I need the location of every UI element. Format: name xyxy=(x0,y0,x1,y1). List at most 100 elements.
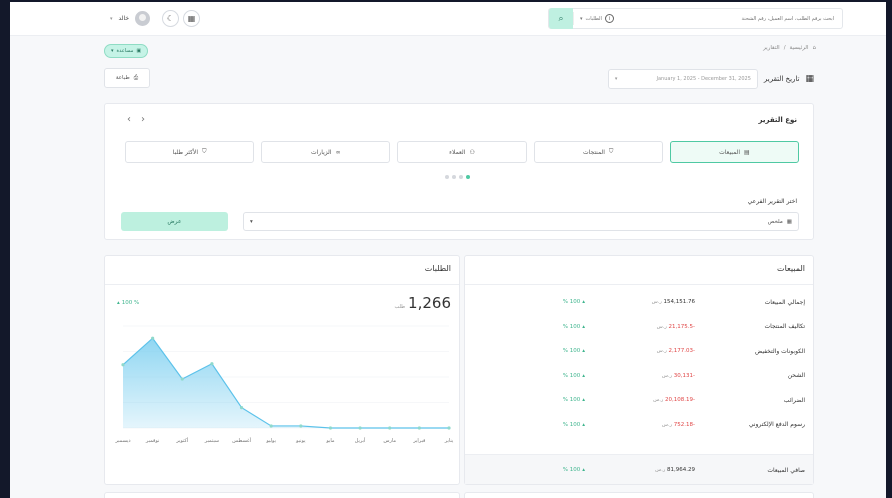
moon-icon: ☾ xyxy=(166,14,175,23)
sales-row-change: ▴ 100 % xyxy=(473,422,585,428)
help-label: مساعدة xyxy=(116,48,134,54)
sales-row-value: -20,108.19 ر.س xyxy=(653,397,695,403)
sales-row: الشحن -30,131 ر.س ▴ 100 % xyxy=(473,366,805,386)
x-tick-label: ديسمبر xyxy=(114,438,130,444)
sales-row-change: ▴ 100 % xyxy=(473,373,585,379)
carousel-dots xyxy=(445,175,470,179)
grid-icon: ▦ xyxy=(786,218,792,225)
report-type-title: نوع التقرير xyxy=(758,116,798,124)
tab-label: المنتجات xyxy=(582,148,605,156)
sales-row-label: الضرائب xyxy=(783,396,805,404)
report-type-tabs: ▤ المبيعات ⛉ المنتجات ⚇ العملاء ∞ الزيارات ⛉… xyxy=(124,141,799,163)
tab-label: الأكثر طلبا xyxy=(172,148,199,156)
breadcrumb-separator: / xyxy=(783,45,786,51)
sales-row-pct: 100 % xyxy=(562,372,581,379)
carousel-dot[interactable] xyxy=(445,175,449,179)
tab-customers[interactable]: ⚇ العملاء xyxy=(397,141,527,163)
print-button[interactable]: طباعة ⎙ xyxy=(104,68,150,88)
x-tick-label: أغسطس xyxy=(232,437,252,444)
sales-row-change: ▴ 100 % xyxy=(473,299,585,305)
sales-row-pct: 100 % xyxy=(562,421,581,428)
avatar[interactable] xyxy=(135,11,151,26)
sales-row-pct: 100 % xyxy=(562,397,581,403)
date-range-value: January 1, 2025 - December 31, 2025 xyxy=(656,76,751,82)
sales-row-label: الشحن xyxy=(787,372,805,379)
net-sales-change: ▴ 100 % xyxy=(473,467,585,473)
net-sales-value: 81,964.29 ر.س xyxy=(655,467,695,473)
net-sales: صافي المبيعات 81,964.29 ر.س ▴ 100 % xyxy=(473,460,805,480)
user-menu[interactable]: خالد ▾ xyxy=(110,11,151,26)
net-sales-label: صافي المبيعات xyxy=(767,466,805,474)
x-tick-label: نوفمبر xyxy=(145,438,160,444)
net-sales-pct: 100 % xyxy=(562,467,581,473)
sub-report-select[interactable]: ▦ ملخص ▾ xyxy=(243,212,799,231)
arrow-up-icon: ▴ xyxy=(582,372,585,379)
sales-row-value: -752.18 ر.س xyxy=(661,421,695,428)
tab-best-sellers[interactable]: ⛉ الأكثر طلبا xyxy=(124,141,255,163)
data-point xyxy=(417,426,421,430)
orders-total: 1,266 طلب xyxy=(395,294,452,312)
sales-row-change: ▴ 100 % xyxy=(473,324,585,330)
divider xyxy=(105,284,459,285)
date-range-picker[interactable]: ▾ January 1, 2025 - December 31, 2025 xyxy=(607,69,758,89)
calendar-button[interactable]: ▦ xyxy=(183,10,200,27)
sales-row-value: -2,177.03 ر.س xyxy=(656,348,695,354)
x-tick-label: أكتوبر xyxy=(175,437,189,444)
x-tick-label: يناير xyxy=(444,438,454,444)
sales-row-label: الكوبونات والتخفيض xyxy=(754,347,805,355)
card-partial xyxy=(104,492,460,498)
search-button[interactable]: ⌕ xyxy=(549,8,573,29)
home-icon: ⌂ xyxy=(812,45,817,51)
breadcrumb-home[interactable]: الرئيسية xyxy=(790,45,809,51)
sales-row-change: ▴ 100 % xyxy=(473,397,585,403)
sub-report-label: اختر التقرير الفرعي xyxy=(747,198,797,205)
tab-products[interactable]: ⛉ المنتجات xyxy=(533,141,663,163)
data-point xyxy=(239,406,244,410)
sales-row: إجمالي المبيعات 154,151.76 ر.س ▴ 100 % xyxy=(473,292,805,312)
carousel-dot[interactable] xyxy=(466,175,470,179)
sales-row-value: 154,151.76 ر.س xyxy=(651,299,695,305)
data-point xyxy=(388,426,392,430)
chevron-down-icon: ▾ xyxy=(250,218,253,225)
orders-change: ▴ 100 % xyxy=(117,300,139,306)
tab-sales[interactable]: ▤ المبيعات xyxy=(669,141,799,163)
orders-area-chart: يناير فبراير مارس أبريل مايو يونيو يوليو أغسطس س… xyxy=(114,325,454,444)
orders-card: الطلبات 1,266 طلب ▴ 100 % يناير فبراير مار… xyxy=(104,255,460,485)
top-bar: خالد ▾ ☾ ▦ ⌕ ▾ الطلبات i xyxy=(10,2,886,36)
search-input[interactable] xyxy=(619,15,842,22)
data-point xyxy=(358,426,362,430)
search-bar: ⌕ ▾ الطلبات i xyxy=(548,8,843,29)
x-tick-label: أبريل xyxy=(355,437,366,444)
data-point xyxy=(328,426,333,430)
search-scope-select[interactable]: ▾ الطلبات i xyxy=(573,12,620,25)
carousel-dot[interactable] xyxy=(459,175,463,179)
sub-report-value: ملخص xyxy=(767,218,783,225)
divider xyxy=(465,284,813,285)
arrow-up-icon: ▴ xyxy=(582,467,585,473)
user-name[interactable]: خالد xyxy=(119,15,130,22)
sales-row: رسوم الدفع الإلكتروني -752.18 ر.س ▴ 100 % xyxy=(473,415,805,435)
chevron-left-icon[interactable]: ‹ xyxy=(127,114,131,125)
carousel-arrows: ‹ › xyxy=(127,114,145,125)
data-point xyxy=(151,336,155,340)
arrow-up-icon: ▴ xyxy=(582,323,585,330)
help-button[interactable]: ▾ مساعدة ▣ xyxy=(104,44,149,58)
arrow-up-icon: ▴ xyxy=(582,421,585,428)
arrow-up-icon: ▴ xyxy=(582,397,585,403)
view-button[interactable]: عرض xyxy=(121,212,228,231)
x-tick-label: فبراير xyxy=(412,438,426,444)
chevron-right-icon[interactable]: › xyxy=(141,114,145,125)
data-point xyxy=(210,362,214,366)
chevron-down-icon: ▾ xyxy=(614,76,618,82)
carousel-dot[interactable] xyxy=(452,175,456,179)
x-tick-label: يوليو xyxy=(265,438,276,444)
data-point xyxy=(269,424,273,428)
tab-visits[interactable]: ∞ الزيارات xyxy=(261,141,391,163)
sales-row-change: ▴ 100 % xyxy=(473,348,585,354)
info-icon: i xyxy=(604,14,614,23)
dark-mode-toggle[interactable]: ☾ xyxy=(162,10,179,27)
date-range-label: تاريخ التقرير xyxy=(763,75,800,83)
orders-title: الطلبات xyxy=(424,264,451,273)
orders-total-value: 1,266 xyxy=(408,294,451,312)
data-point xyxy=(447,426,451,430)
